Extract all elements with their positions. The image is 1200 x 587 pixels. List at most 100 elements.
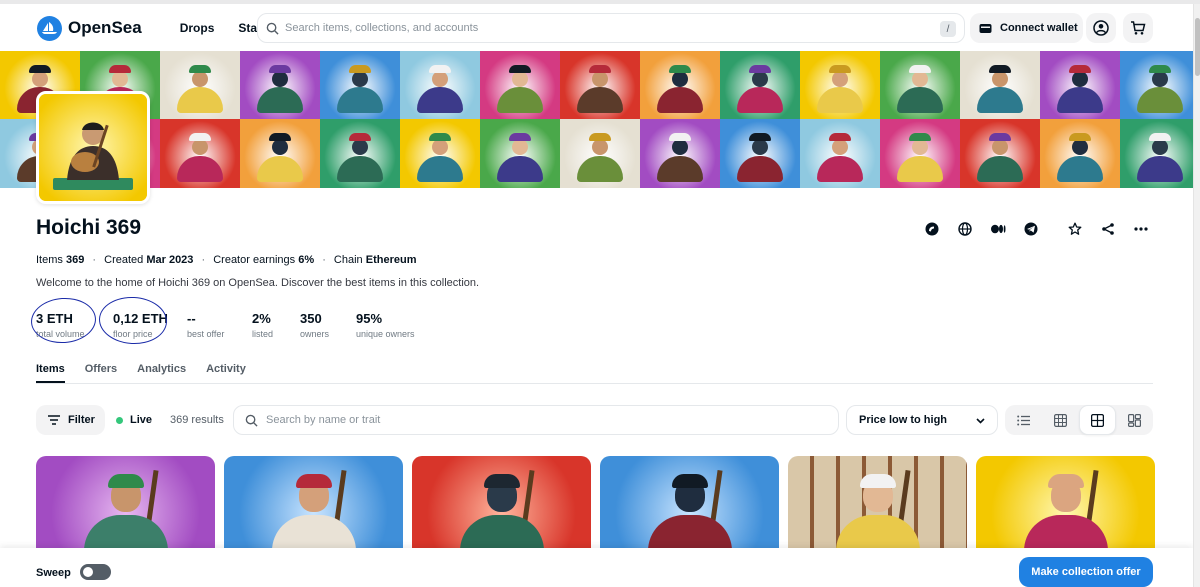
stat-best-offer[interactable]: -- best offer	[187, 311, 224, 339]
banner-figure-body	[817, 87, 863, 113]
card-figure-hat	[671, 474, 708, 488]
banner-tile	[160, 51, 240, 119]
banner-figure-head	[672, 71, 688, 87]
collection-banner	[0, 51, 1193, 188]
view-grid-large-button[interactable]	[1116, 405, 1153, 435]
banner-figure-hat	[269, 133, 291, 141]
tab-items[interactable]: Items	[36, 363, 65, 383]
banner-figure-body	[177, 87, 223, 113]
scrollbar-thumb[interactable]	[1195, 18, 1200, 76]
stat-unique-owners[interactable]: 95% unique owners	[356, 311, 415, 339]
view-grid-medium-button[interactable]	[1079, 405, 1116, 435]
live-dot	[116, 416, 123, 424]
wallet-icon	[979, 23, 992, 33]
stat-value: 2%	[252, 311, 271, 326]
discord-icon	[925, 222, 939, 236]
profile-icon	[1093, 20, 1109, 36]
banner-tile	[800, 119, 880, 188]
banner-tile	[880, 51, 960, 119]
connect-wallet-label: Connect wallet	[1000, 22, 1078, 34]
banner-figure-head	[832, 139, 848, 155]
share-button[interactable]	[1100, 221, 1116, 237]
sweep-toggle[interactable]	[80, 564, 111, 580]
banner-tile	[480, 119, 560, 188]
banner-figure-head	[112, 71, 128, 87]
collection-description: Welcome to the home of Hoichi 369 on Ope…	[36, 277, 480, 289]
banner-tile	[1040, 51, 1120, 119]
filter-button[interactable]: Filter	[36, 405, 105, 435]
collection-tabs: Items Offers Analytics Activity	[36, 363, 266, 383]
nav-drops[interactable]: Drops	[180, 21, 215, 35]
connect-wallet-button[interactable]: Connect wallet	[970, 13, 1083, 43]
opensea-logo[interactable]: OpenSea	[37, 15, 142, 41]
website-link[interactable]	[957, 221, 973, 237]
banner-figure-hat	[589, 65, 611, 73]
banner-figure-body	[337, 156, 383, 182]
more-options-button[interactable]	[1133, 221, 1149, 237]
banner-figure-body	[1137, 87, 1183, 113]
banner-tile	[240, 119, 320, 188]
view-grid-small-button[interactable]	[1042, 405, 1079, 435]
banner-figure-hat	[509, 133, 531, 141]
cart-button[interactable]	[1123, 13, 1153, 43]
tabs-divider	[36, 383, 1153, 384]
nft-card[interactable]	[36, 456, 215, 551]
card-figure-hat	[107, 474, 144, 488]
banner-figure-hat	[429, 133, 451, 141]
sort-value: Price low to high	[859, 414, 948, 426]
banner-tile	[1120, 119, 1193, 188]
nft-card[interactable]	[976, 456, 1155, 551]
list-view-icon	[1017, 415, 1030, 425]
search-shortcut-key: /	[940, 21, 956, 37]
card-figure-body	[647, 515, 732, 551]
stat-owners[interactable]: 350 owners	[300, 311, 329, 339]
cart-icon	[1131, 21, 1146, 35]
nft-card[interactable]	[788, 456, 967, 551]
banner-figure-body	[817, 156, 863, 182]
discord-link[interactable]	[924, 221, 940, 237]
collection-avatar	[36, 91, 150, 204]
nft-card[interactable]	[600, 456, 779, 551]
tab-analytics[interactable]: Analytics	[137, 363, 186, 383]
profile-button[interactable]	[1086, 13, 1116, 43]
results-count: 369 results	[170, 414, 224, 426]
more-icon	[1134, 227, 1148, 231]
medium-icon	[990, 224, 1005, 234]
banner-figure-head	[752, 71, 768, 87]
card-figure-hat	[483, 474, 520, 488]
banner-figure-body	[977, 156, 1023, 182]
banner-figure-head	[592, 139, 608, 155]
banner-figure-head	[592, 71, 608, 87]
tab-activity[interactable]: Activity	[206, 363, 246, 383]
banner-tile	[800, 51, 880, 119]
stat-listed[interactable]: 2% listed	[252, 311, 273, 339]
banner-tile	[960, 119, 1040, 188]
banner-figure-body	[497, 87, 543, 113]
make-collection-offer-button[interactable]: Make collection offer	[1019, 557, 1153, 587]
banner-figure-body	[1057, 87, 1103, 113]
nft-card[interactable]	[224, 456, 403, 551]
banner-figure-body	[897, 156, 943, 182]
telegram-link[interactable]	[1023, 221, 1039, 237]
page-scrollbar[interactable]	[1193, 4, 1200, 587]
medium-link[interactable]	[990, 221, 1006, 237]
top-navbar: OpenSea Drops Stats / Connect wallet	[0, 5, 1193, 51]
banner-figure-head	[992, 71, 1008, 87]
banner-figure-hat	[989, 133, 1011, 141]
favorite-button[interactable]	[1067, 221, 1083, 237]
view-list-button[interactable]	[1005, 405, 1042, 435]
banner-figure-head	[992, 139, 1008, 155]
meta-separator: ·	[201, 254, 206, 266]
banner-tile	[640, 119, 720, 188]
global-search-input[interactable]	[285, 22, 905, 34]
banner-figure-body	[977, 87, 1023, 113]
trait-search-input[interactable]	[266, 414, 826, 426]
banner-figure-hat	[909, 65, 931, 73]
banner-figure-head	[1072, 71, 1088, 87]
nft-card[interactable]	[412, 456, 591, 551]
banner-figure-body	[417, 87, 463, 113]
tab-offers[interactable]: Offers	[85, 363, 117, 383]
sort-dropdown[interactable]: Price low to high	[846, 405, 998, 435]
opensea-logo-icon	[37, 15, 62, 41]
stat-label: listed	[252, 329, 274, 339]
